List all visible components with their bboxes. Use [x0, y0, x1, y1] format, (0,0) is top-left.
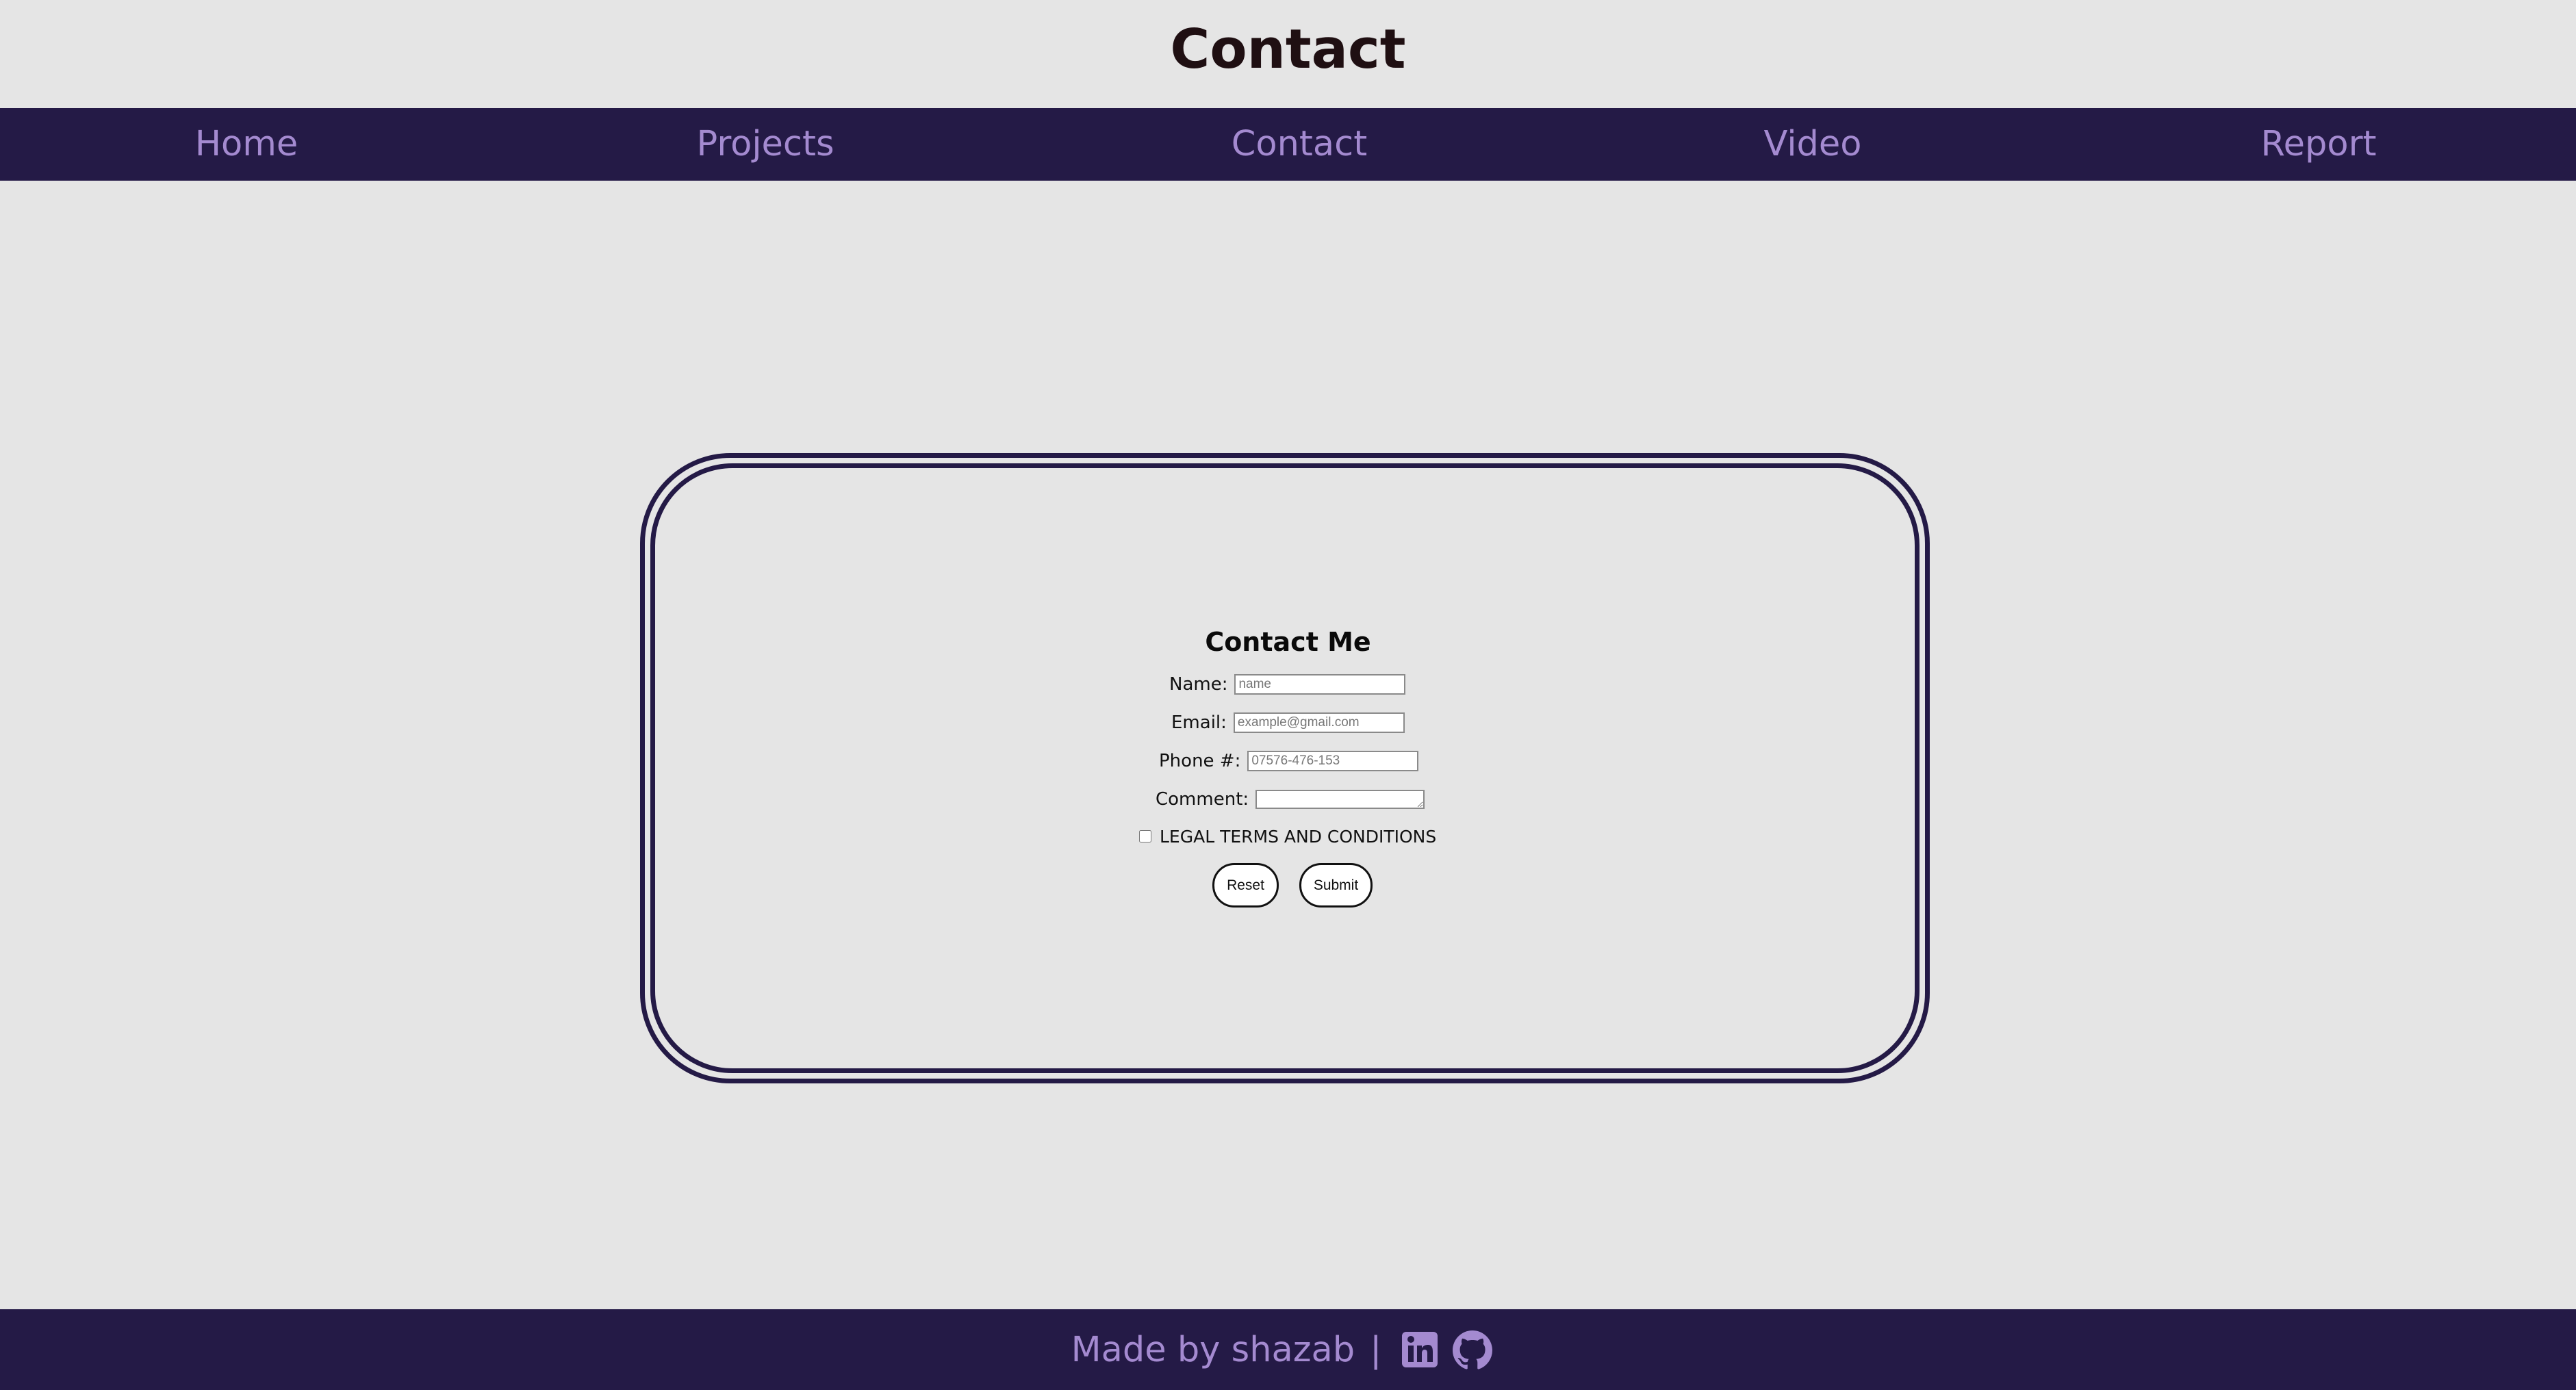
terms-checkbox[interactable]: [1139, 830, 1151, 842]
page: Contact Home Projects Contact Video Repo…: [0, 0, 2576, 1390]
name-row: Name:: [1169, 671, 1406, 698]
reset-button[interactable]: Reset: [1212, 863, 1279, 908]
phone-input[interactable]: [1247, 751, 1419, 771]
footer-separator: |: [1370, 1329, 1382, 1370]
github-icon[interactable]: [1453, 1330, 1493, 1369]
comment-row: Comment:: [1156, 786, 1425, 813]
email-row: Email:: [1171, 709, 1405, 736]
nav-link-projects[interactable]: Projects: [696, 108, 834, 181]
phone-label: Phone #:: [1159, 751, 1241, 771]
linkedin-icon[interactable]: [1401, 1330, 1439, 1369]
comment-textarea[interactable]: [1255, 790, 1425, 809]
nav-link-home[interactable]: Home: [195, 108, 298, 181]
comment-label: Comment:: [1156, 789, 1249, 810]
nav-link-report[interactable]: Report: [2260, 108, 2376, 181]
nav-link-video[interactable]: Video: [1764, 108, 1862, 181]
email-label: Email:: [1171, 712, 1227, 733]
page-title: Contact: [1170, 18, 1406, 81]
name-label: Name:: [1169, 674, 1228, 695]
nav-link-contact[interactable]: Contact: [1232, 108, 1367, 181]
footer: Made by shazab |: [0, 1309, 2576, 1390]
form-title: Contact Me: [1205, 627, 1371, 657]
terms-label: LEGAL TERMS AND CONDITIONS: [1160, 826, 1437, 847]
name-input[interactable]: [1234, 674, 1406, 695]
submit-button[interactable]: Submit: [1299, 863, 1373, 908]
email-input[interactable]: [1233, 712, 1405, 733]
navbar: Home Projects Contact Video Report: [0, 108, 2576, 181]
footer-credit: Made by shazab: [1071, 1329, 1355, 1370]
terms-row: LEGAL TERMS AND CONDITIONS: [1139, 823, 1436, 850]
phone-row: Phone #:: [1159, 747, 1419, 775]
